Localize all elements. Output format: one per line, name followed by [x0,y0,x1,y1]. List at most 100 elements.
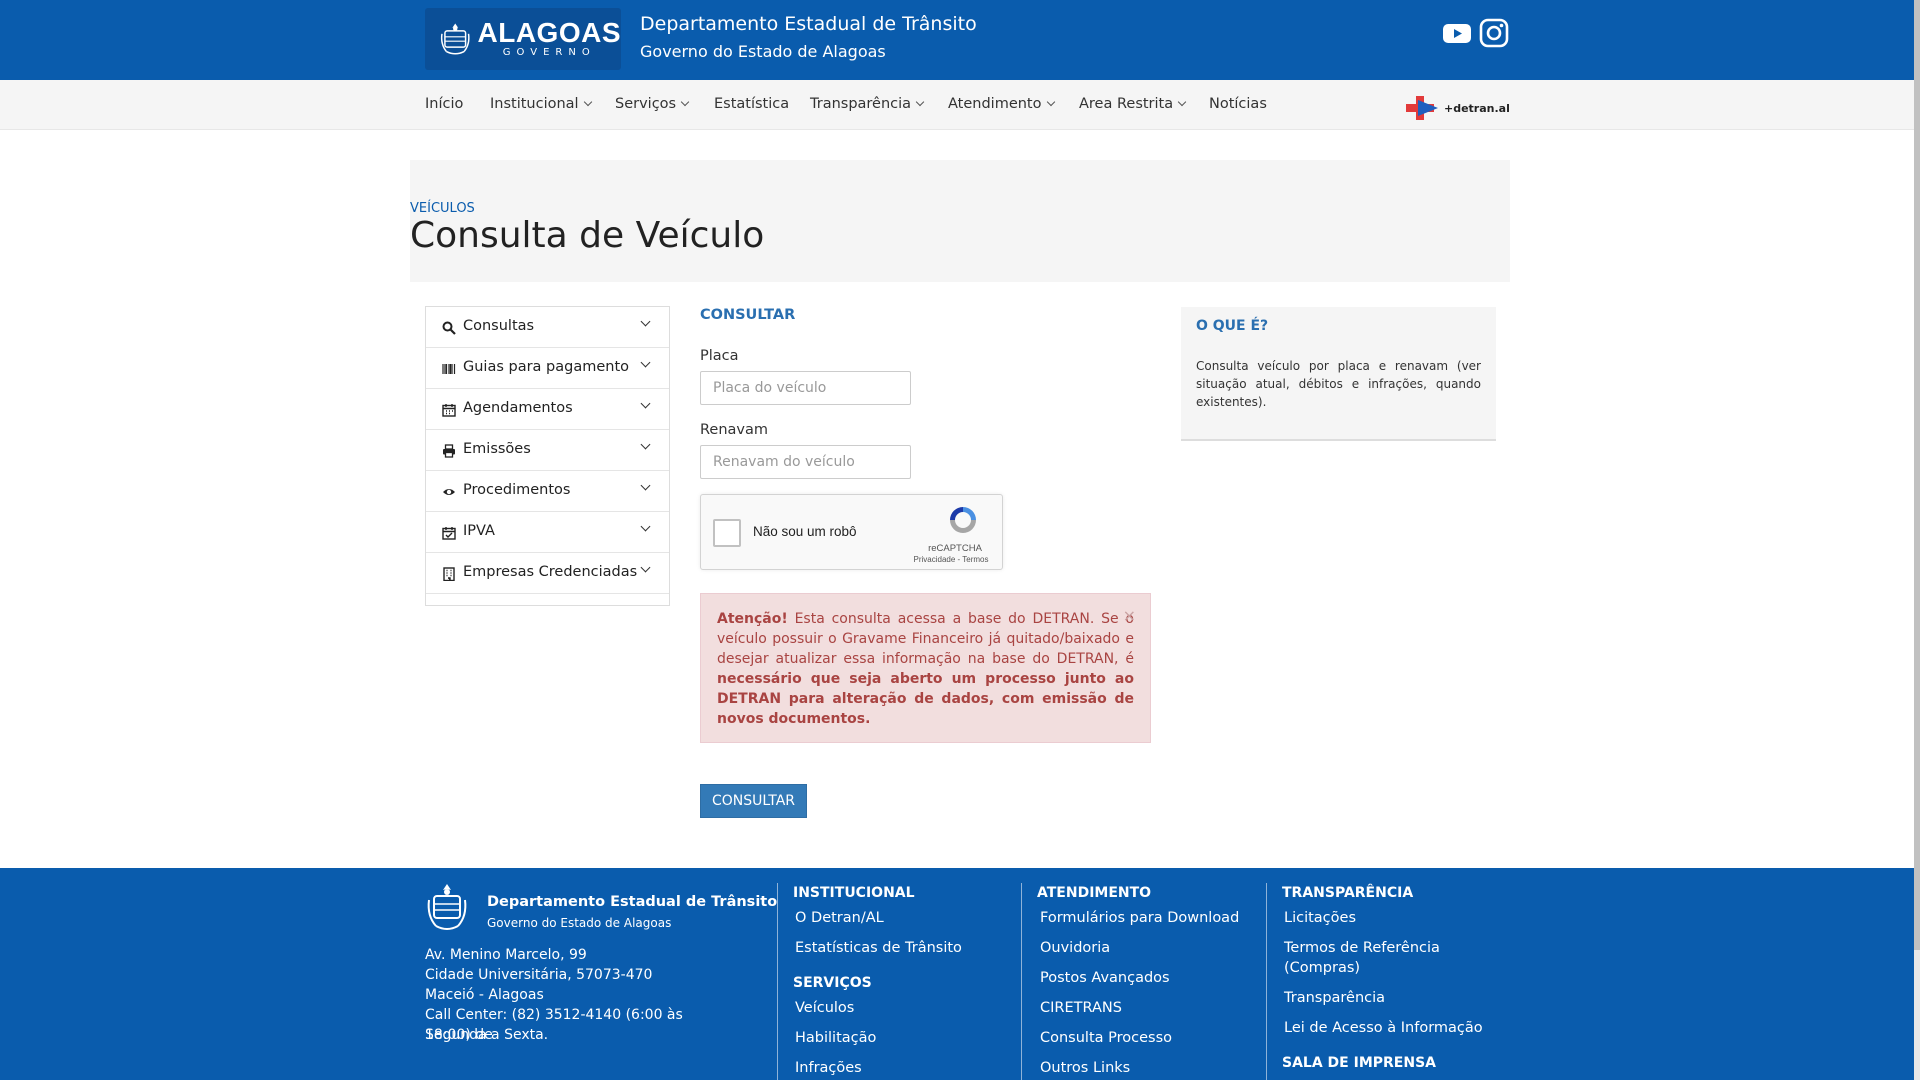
detran-cross-icon [1406,96,1438,120]
sidebar-item-agendamentos[interactable]: Agendamentos [426,389,669,430]
footer-divider [1021,883,1022,1080]
footer-link[interactable]: (Compras) [1284,958,1360,978]
placa-input[interactable] [700,371,911,405]
warning-alert: × Atenção! Esta consulta acessa a base d… [700,593,1151,743]
footer-link[interactable]: Veículos [795,998,854,1018]
recaptcha-brand: reCAPTCHA [928,543,982,554]
nav-transparencia[interactable]: Transparência [810,96,925,112]
chevron-down-icon [680,97,690,107]
top-header: ALAGOAS GOVERNO Departamento Estadual de… [0,0,1920,80]
alagoas-logo[interactable]: ALAGOAS GOVERNO [425,8,621,70]
calendar-icon [442,404,456,417]
footer-heading-institucional: INSTITUCIONAL [793,885,915,901]
sidebar-item-guias[interactable]: Guias para pagamento [426,348,669,389]
chevron-down-icon [640,521,651,532]
alert-bold-text: necessário que seja aberto um processo j… [717,671,1134,727]
renavam-label: Renavam [700,422,769,438]
recaptcha-checkbox[interactable] [713,519,741,547]
youtube-icon[interactable] [1442,18,1472,48]
footer-heading-transparencia: TRANSPARÊNCIA [1282,885,1414,901]
chevron-down-icon [1046,97,1055,107]
nav-servicos[interactable]: Serviços [615,96,690,112]
footer-link[interactable]: Infrações [795,1058,862,1078]
sidebar-item-emissoes[interactable]: Emissões [426,430,669,471]
sidebar-item-label: Procedimentos [463,482,571,498]
chevron-down-icon [1177,97,1187,107]
form-heading: CONSULTAR [700,307,796,323]
footer-link[interactable]: Lei de Acesso à Informação [1284,1018,1483,1038]
footer-link[interactable]: Ouvidoria [1040,938,1110,958]
footer-link[interactable]: Formulários para Download [1040,908,1239,928]
chevron-down-icon [583,97,592,107]
eye-icon [443,489,455,495]
footer-address-line: Cidade Universitária, 57073-470 [425,967,653,983]
footer-address-line: Av. Menino Marcelo, 99 [425,947,587,963]
main-navbar: Início Institucional Serviços Estatístic… [0,80,1920,130]
page-title: Consulta de Veículo [410,215,765,256]
footer-org-sub: Governo do Estado de Alagoas [487,916,672,930]
sidebar-item-ipva[interactable]: IPVA [426,512,669,553]
footer-link[interactable]: Consulta Processo [1040,1028,1172,1048]
sidebar-item-label: IPVA [463,523,495,539]
recaptcha-terms-link[interactable]: Privacidade - Termos [901,555,1001,564]
page-scrollbar[interactable] [1914,0,1920,1080]
footer-link[interactable]: O Detran/AL [795,908,884,928]
close-icon[interactable]: × [1123,606,1136,626]
printer-icon [443,444,455,458]
footer-link[interactable]: Estatísticas de Trânsito [795,938,962,958]
footer-link[interactable]: Transparência [1284,988,1385,1008]
sidebar-item-label: Empresas Credenciadas [463,564,638,580]
footer-org-name: Departamento Estadual de Trânsito [487,894,778,910]
logo-main-text: ALAGOAS [477,17,621,48]
sidebar-item-empresas[interactable]: Empresas Credenciadas [426,553,669,594]
crest-icon [427,884,467,930]
chevron-down-icon [640,357,651,368]
nav-institucional[interactable]: Institucional [490,96,592,112]
info-text: Consulta veículo por placa e renavam (ve… [1196,359,1481,409]
footer-link[interactable]: Outros Links [1040,1058,1130,1078]
sidebar-item-consultas[interactable]: Consultas [426,307,669,348]
header-subtitle: Governo do Estado de Alagoas [640,42,886,61]
recaptcha-icon [950,507,976,533]
crest-icon [440,23,470,55]
recaptcha-label: Não sou um robô [753,524,857,539]
footer-link[interactable]: Licitações [1284,908,1356,928]
search-icon [442,321,456,335]
sidebar-item-label: Agendamentos [463,400,573,416]
instagram-icon[interactable] [1479,18,1509,48]
footer-link[interactable]: CIRETRANS [1040,998,1122,1018]
consultar-button[interactable]: CONSULTAR [700,784,807,818]
info-panel: O QUE É? Consulta veículo por placa e re… [1181,307,1496,441]
scrollbar-thumb[interactable] [1914,0,1920,950]
footer-divider [1266,883,1267,1080]
footer [0,868,1920,1080]
footer-link[interactable]: Postos Avançados [1040,968,1170,988]
renavam-input[interactable] [700,445,911,479]
footer-link[interactable]: Habilitação [795,1028,876,1048]
detran-app-logo[interactable]: +detran.al [1404,94,1510,122]
chevron-down-icon [640,480,651,491]
nav-area-restrita[interactable]: Area Restrita [1079,96,1187,112]
footer-address-line: Segunda a Sexta. [425,1027,549,1043]
sidebar-item-label: Guias para pagamento [463,359,630,375]
nav-estatistica[interactable]: Estatística [714,96,789,112]
barcode-icon [442,364,456,374]
breadcrumb[interactable]: VEÍCULOS [410,201,475,216]
sidebar-item-procedimentos[interactable]: Procedimentos [426,471,669,512]
alert-strong: Atenção! [717,611,788,627]
sidebar-item-label: Emissões [463,441,531,457]
footer-heading-atendimento: ATENDIMENTO [1037,885,1152,901]
footer-link[interactable]: Termos de Referência [1284,938,1440,958]
footer-address-line: Maceió - Alagoas [425,987,544,1003]
building-icon [443,567,455,581]
nav-inicio[interactable]: Início [425,96,463,112]
footer-heading-servicos: SERVIÇOS [793,975,872,991]
placa-label: Placa [700,348,739,364]
recaptcha-widget: Não sou um robô reCAPTCHA Privacidade - … [700,494,1003,570]
chevron-down-icon [640,398,651,409]
nav-atendimento[interactable]: Atendimento [948,96,1055,112]
chevron-down-icon [640,316,651,327]
footer-heading-imprensa: SALA DE IMPRENSA [1282,1055,1436,1071]
chevron-down-icon [640,439,651,450]
nav-noticias[interactable]: Notícias [1209,96,1267,112]
